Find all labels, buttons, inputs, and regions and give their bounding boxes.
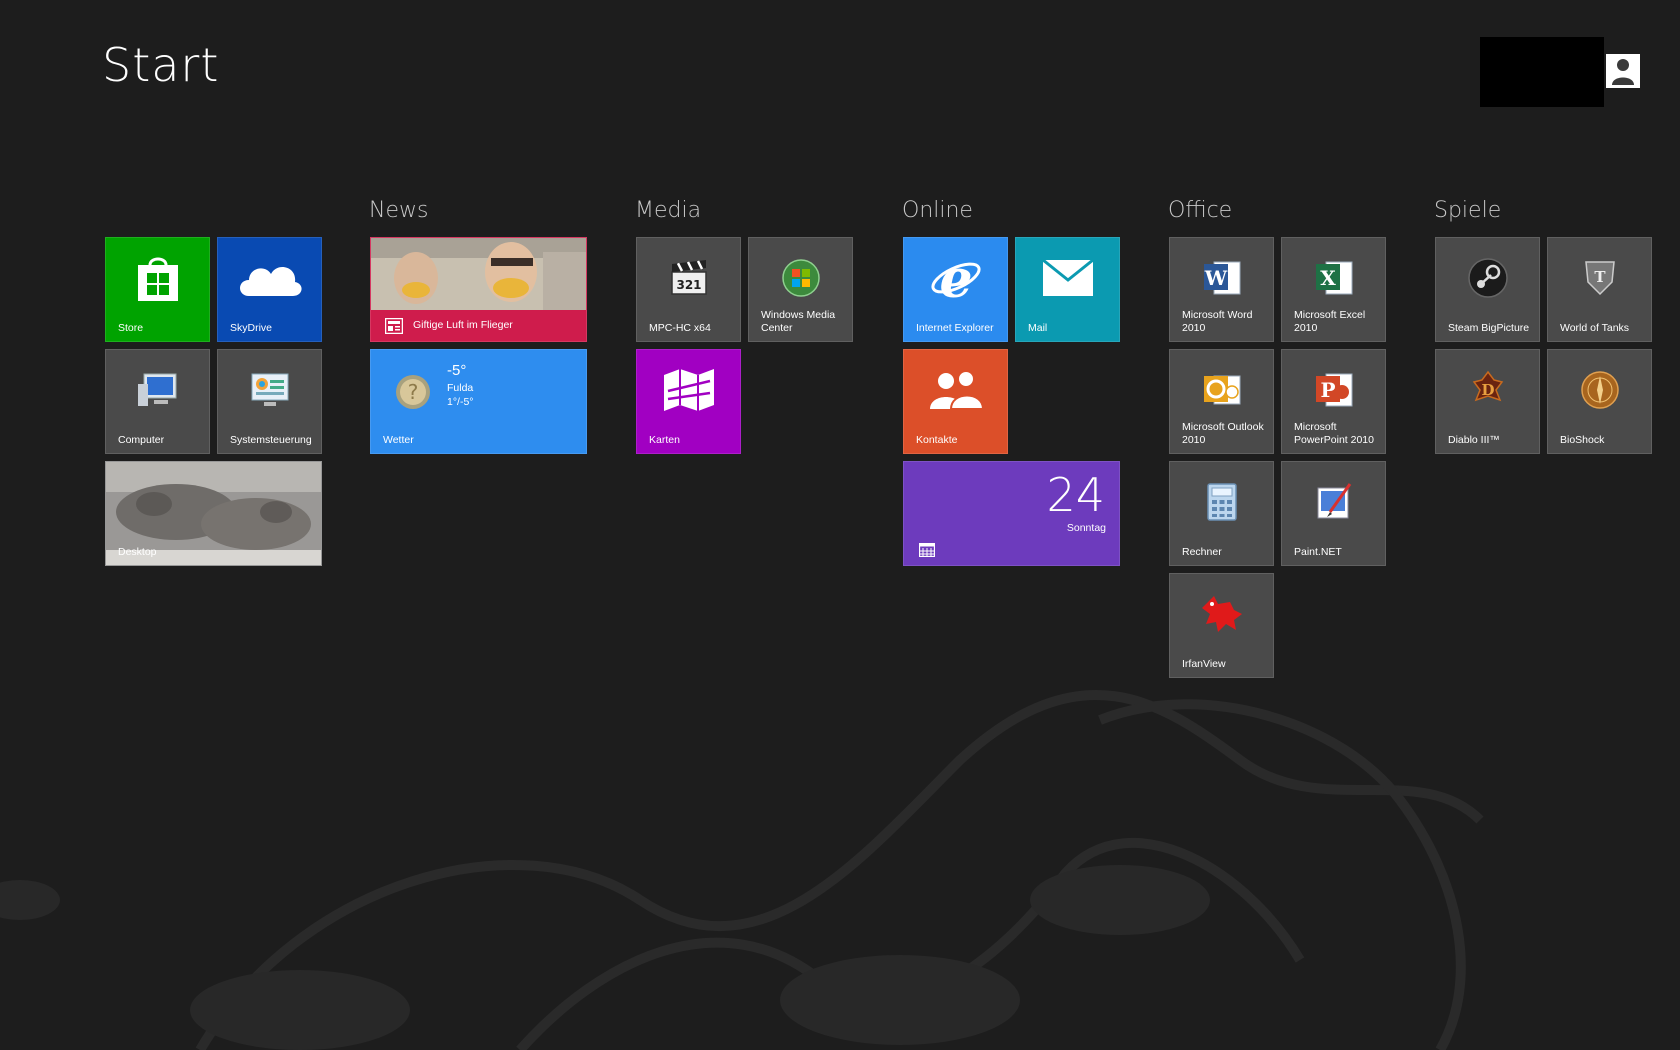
calendar-weekday: Sonntag — [1066, 522, 1106, 534]
tile-irfanview[interactable]: IrfanView — [1169, 573, 1274, 678]
tile-steam-bigpicture[interactable]: Steam BigPicture — [1435, 237, 1540, 342]
weather-temperature: -5° — [447, 362, 467, 379]
news-icon — [385, 318, 403, 334]
tile-systemsteuerung[interactable]: Systemsteuerung — [217, 349, 322, 454]
tile-internet-explorer[interactable]: e Internet Explorer — [903, 237, 1008, 342]
tile-mail[interactable]: Mail — [1015, 237, 1120, 342]
svg-text:P: P — [1320, 378, 1335, 402]
user-icon — [1612, 59, 1634, 85]
clapperboard-icon: 321 — [670, 260, 707, 295]
tile-label: Mail — [1028, 322, 1048, 334]
tile-mpc-hc[interactable]: 321 MPC-HC x64 — [636, 237, 741, 342]
tile-label: Microsoft Outlook 2010 — [1182, 421, 1264, 446]
user-name-redacted[interactable] — [1480, 37, 1604, 107]
page-title: Start — [102, 38, 220, 92]
tile-wetter[interactable]: ? -5° Fulda 1°/-5° Wetter — [370, 349, 587, 454]
irfanview-cat-icon — [1201, 596, 1242, 632]
news-headline-bar: Giftige Luft im Flieger — [371, 310, 586, 341]
svg-text:X: X — [1320, 266, 1336, 290]
svg-text:321: 321 — [676, 278, 701, 292]
group-header-office[interactable]: Office — [1168, 198, 1232, 223]
tile-label: Diablo III™ — [1448, 434, 1500, 446]
tile-diablo-iii[interactable]: D Diablo III™ — [1435, 349, 1540, 454]
tile-label: Systemsteuerung — [230, 434, 312, 446]
tile-excel[interactable]: X Microsoft Excel 2010 — [1281, 237, 1386, 342]
svg-text:W: W — [1203, 266, 1227, 290]
tile-label: Microsoft Word 2010 — [1182, 309, 1253, 334]
map-icon — [663, 369, 714, 411]
tile-label: MPC-HC x64 — [649, 322, 711, 334]
control-panel-icon — [251, 373, 288, 406]
tile-label: Microsoft Excel 2010 — [1294, 309, 1366, 334]
diablo-icon: D — [1472, 370, 1503, 402]
calendar-icon — [919, 543, 935, 557]
calendar-day: 24 — [1046, 468, 1105, 522]
tile-outlook[interactable]: Microsoft Outlook 2010 — [1169, 349, 1274, 454]
store-bag-icon — [137, 257, 178, 301]
tile-powerpoint[interactable]: P Microsoft PowerPoint 2010 — [1281, 349, 1386, 454]
group-header-spiele[interactable]: Spiele — [1434, 198, 1501, 223]
windows-media-center-icon — [781, 259, 820, 297]
tile-label: Desktop — [118, 546, 157, 558]
tile-label: Store — [118, 322, 144, 334]
computer-icon — [137, 373, 176, 406]
tile-label: IrfanView — [1182, 658, 1226, 670]
bioshock-icon — [1580, 371, 1619, 409]
tile-label: Karten — [649, 434, 680, 446]
tile-world-of-tanks[interactable]: T World of Tanks — [1547, 237, 1652, 342]
news-photo — [371, 238, 586, 310]
tile-paintnet[interactable]: Paint.NET — [1281, 461, 1386, 566]
group-header-online[interactable]: Online — [902, 198, 973, 223]
tile-bioshock[interactable]: BioShock — [1547, 349, 1652, 454]
tile-karten[interactable]: Karten — [636, 349, 741, 454]
tile-rechner[interactable]: Rechner — [1169, 461, 1274, 566]
tile-label: Microsoft PowerPoint 2010 — [1294, 421, 1374, 446]
tile-windows-media-center[interactable]: Windows Media Center — [748, 237, 853, 342]
paintnet-icon — [1317, 483, 1351, 519]
tile-label: Rechner — [1182, 546, 1222, 558]
tile-news[interactable]: Giftige Luft im Flieger — [370, 237, 587, 342]
outlook-icon — [1203, 375, 1240, 405]
cloud-icon — [239, 267, 302, 296]
weather-city: Fulda — [447, 382, 474, 394]
tile-label: Paint.NET — [1294, 546, 1342, 558]
tile-label: Steam BigPicture — [1448, 322, 1530, 334]
tile-label: World of Tanks — [1560, 322, 1630, 334]
mail-envelope-icon — [1042, 260, 1093, 296]
tile-label: Windows Media Center — [761, 309, 836, 334]
excel-icon: X — [1315, 261, 1352, 295]
powerpoint-icon: P — [1315, 373, 1352, 407]
group-header-media[interactable]: Media — [635, 198, 701, 223]
tile-label: Computer — [118, 434, 165, 446]
weather-unknown-icon: ? — [396, 375, 430, 409]
tile-label: SkyDrive — [230, 322, 273, 334]
internet-explorer-icon: e — [930, 253, 981, 303]
tile-desktop[interactable]: Desktop — [105, 461, 322, 566]
tile-label: BioShock — [1560, 434, 1605, 446]
tile-label: Kontakte — [916, 434, 958, 446]
svg-text:?: ? — [408, 380, 419, 404]
svg-text:T: T — [1594, 268, 1606, 286]
user-avatar[interactable] — [1606, 54, 1640, 88]
world-of-tanks-icon: T — [1584, 261, 1615, 296]
tile-word[interactable]: W Microsoft Word 2010 — [1169, 237, 1274, 342]
tile-store[interactable]: Store — [105, 237, 210, 342]
tile-computer[interactable]: Computer — [105, 349, 210, 454]
tile-skydrive[interactable]: SkyDrive — [217, 237, 322, 342]
calculator-icon — [1206, 483, 1237, 521]
tile-kalender[interactable]: 24 Sonntag — [903, 461, 1120, 566]
svg-text:D: D — [1481, 381, 1494, 399]
svg-text:e: e — [939, 253, 972, 303]
weather-range: 1°/-5° — [447, 396, 474, 408]
news-headline: Giftige Luft im Flieger — [413, 319, 513, 331]
word-icon: W — [1203, 261, 1240, 295]
tile-label: Wetter — [383, 434, 414, 446]
tile-kontakte[interactable]: Kontakte — [903, 349, 1008, 454]
group-header-news[interactable]: News — [369, 198, 428, 223]
people-icon — [929, 370, 984, 410]
steam-icon — [1467, 258, 1508, 298]
tile-label: Internet Explorer — [916, 322, 994, 334]
